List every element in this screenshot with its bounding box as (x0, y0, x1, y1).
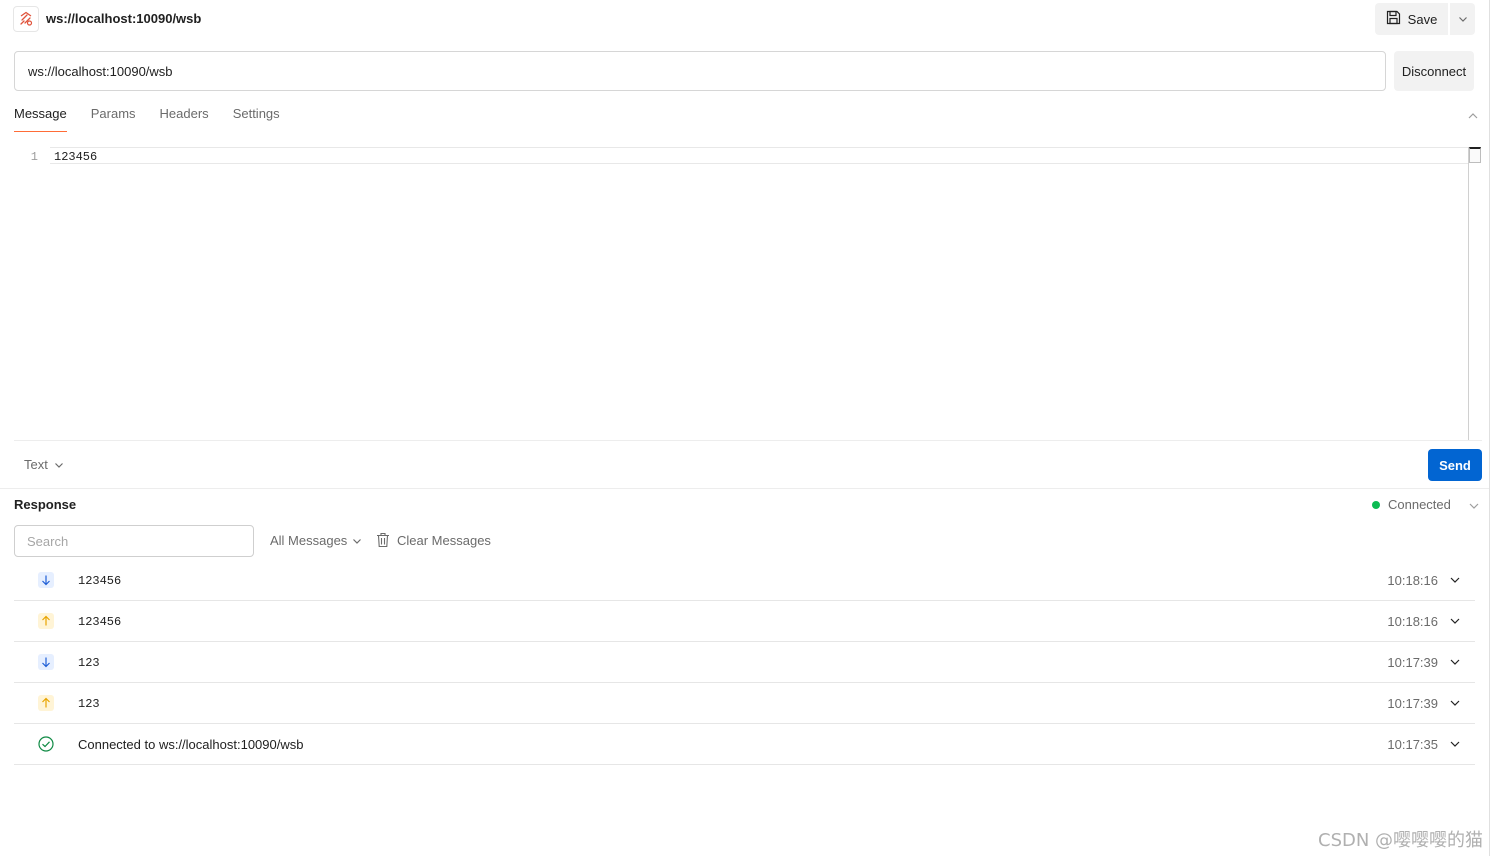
chevron-down-icon[interactable] (1449, 697, 1461, 709)
editor-line-content[interactable]: 123456 (54, 150, 97, 164)
line-number: 1 (30, 150, 38, 164)
response-title: Response (14, 497, 77, 512)
tab-settings[interactable]: Settings (233, 106, 280, 132)
request-title[interactable]: ws://localhost:10090/wsb (46, 11, 201, 26)
active-line-highlight (50, 147, 1468, 164)
editor-scrollbar-thumb[interactable] (1469, 147, 1481, 163)
message-format-select[interactable]: Text (24, 457, 64, 472)
chevron-down-icon[interactable] (1449, 738, 1461, 750)
websocket-request-icon (13, 6, 39, 32)
connection-status-label: Connected (1388, 497, 1451, 512)
message-filter-dropdown[interactable]: All Messages (270, 533, 362, 548)
arrow-down-icon (38, 572, 54, 588)
message-row[interactable]: 123456 10:18:16 (14, 601, 1475, 642)
chevron-down-icon[interactable] (1467, 499, 1481, 513)
message-text: Connected to ws://localhost:10090/wsb (78, 737, 304, 752)
message-time: 10:18:16 (1387, 573, 1438, 588)
message-list: 123456 10:18:16 123456 10:18:16 123 10:1… (14, 560, 1475, 765)
arrow-up-icon (38, 613, 54, 629)
chevron-down-icon (1458, 17, 1467, 22)
clear-messages-label: Clear Messages (397, 532, 491, 548)
message-time: 10:17:39 (1387, 696, 1438, 711)
message-time: 10:17:35 (1387, 737, 1438, 752)
tab-headers[interactable]: Headers (160, 106, 209, 132)
message-editor[interactable] (14, 140, 1482, 440)
save-icon (1386, 10, 1401, 28)
save-button[interactable]: Save (1375, 3, 1448, 35)
request-tabs: Message Params Headers Settings (14, 106, 280, 132)
save-label: Save (1407, 11, 1438, 27)
message-filter-label: All Messages (270, 533, 348, 548)
editor-divider (14, 440, 1482, 441)
chevron-down-icon (353, 538, 362, 544)
watermark: CSDN @嘤嘤嘤的猫 (1318, 830, 1484, 851)
connection-status: Connected (1372, 497, 1451, 512)
save-button-group: Save (1375, 3, 1475, 35)
chevron-up-icon[interactable] (1466, 109, 1480, 123)
tab-message[interactable]: Message (14, 106, 67, 132)
editor-scrollbar-track[interactable] (1468, 147, 1469, 440)
save-options-button[interactable] (1450, 3, 1475, 35)
url-input[interactable] (14, 51, 1386, 91)
message-text: 123 (78, 697, 100, 711)
message-search-input[interactable] (14, 525, 254, 557)
message-time: 10:17:39 (1387, 655, 1438, 670)
arrow-down-icon (38, 654, 54, 670)
disconnect-button[interactable]: Disconnect (1394, 51, 1474, 91)
message-row[interactable]: 123456 10:18:16 (14, 560, 1475, 601)
message-row[interactable]: 123 10:17:39 (14, 683, 1475, 724)
tab-params[interactable]: Params (91, 106, 136, 132)
chevron-down-icon[interactable] (1449, 656, 1461, 668)
trash-icon (377, 532, 389, 548)
arrow-up-icon (38, 695, 54, 711)
send-button[interactable]: Send (1428, 449, 1482, 481)
message-text: 123456 (78, 615, 122, 629)
status-dot-icon (1372, 500, 1380, 509)
message-time: 10:18:16 (1387, 614, 1438, 629)
message-row[interactable]: 123 10:17:39 (14, 642, 1475, 683)
section-divider (0, 488, 1490, 489)
message-row[interactable]: Connected to ws://localhost:10090/wsb 10… (14, 724, 1475, 765)
message-text: 123456 (78, 574, 122, 588)
message-format-label: Text (24, 457, 48, 472)
window-edge (1489, 0, 1490, 856)
chevron-down-icon (54, 462, 63, 468)
check-circle-icon (38, 736, 54, 752)
clear-messages-button[interactable]: Clear Messages (376, 532, 491, 548)
chevron-down-icon[interactable] (1449, 615, 1461, 627)
chevron-down-icon[interactable] (1449, 574, 1461, 586)
message-text: 123 (78, 656, 100, 670)
